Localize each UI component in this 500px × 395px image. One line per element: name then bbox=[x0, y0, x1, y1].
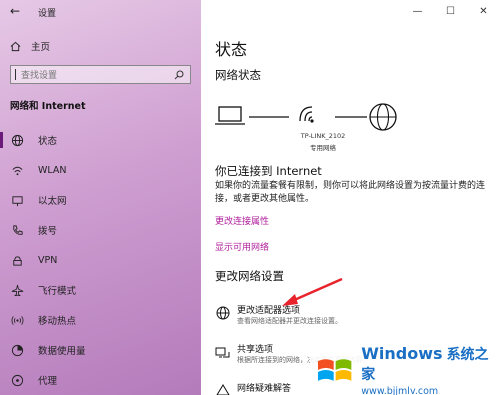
sidebar-item-label: 状态 bbox=[38, 136, 58, 147]
sidebar-item-vpn[interactable]: VPN bbox=[0, 246, 201, 274]
sidebar-item-label: VPN bbox=[38, 254, 58, 266]
internet-globe-icon bbox=[369, 103, 397, 131]
home-label: 主页 bbox=[31, 42, 51, 53]
troubleshoot-icon bbox=[216, 384, 230, 395]
proxy-icon bbox=[10, 373, 24, 387]
option-subtitle: 查看网络适配器并更改连接设置。 bbox=[237, 317, 342, 325]
sidebar-item-label: 数据使用量 bbox=[38, 346, 86, 357]
section-title: 网络和 Internet bbox=[10, 101, 86, 112]
home-nav-item[interactable]: 主页 bbox=[10, 39, 50, 53]
sidebar-item-data-usage[interactable]: 数据使用量 bbox=[0, 336, 201, 364]
window-controls: — ☐ ✕ bbox=[401, 0, 500, 22]
sidebar-item-dialup[interactable]: 拨号 bbox=[0, 216, 201, 244]
sidebar-item-status[interactable]: 状态 bbox=[0, 126, 201, 154]
sidebar-item-mobile-hotspot[interactable]: 移动热点 bbox=[0, 306, 201, 334]
hotspot-icon bbox=[10, 313, 24, 327]
watermark-url: www.bjjmlv.com bbox=[361, 386, 439, 395]
metered-description: 如果你的流量套餐有限制，则你可以将此网络设置为按流量计费的连接，或者更改其他属性… bbox=[215, 181, 486, 204]
option-title: 共享选项 bbox=[237, 345, 274, 355]
show-available-networks-link[interactable]: 显示可用网络 bbox=[215, 240, 269, 253]
network-status-heading: 网络状态 bbox=[215, 68, 261, 82]
minimize-button[interactable]: — bbox=[401, 0, 434, 22]
search-placeholder: 查找设置 bbox=[21, 71, 58, 81]
sidebar-item-ethernet[interactable]: 以太网 bbox=[0, 186, 201, 214]
sidebar-item-label: 拨号 bbox=[38, 226, 58, 237]
option-title: 更改适配器选项 bbox=[237, 306, 301, 316]
sidebar-item-wlan[interactable]: WLAN bbox=[0, 156, 201, 184]
page-title: 状态 bbox=[215, 40, 248, 59]
sidebar-item-label: 飞行模式 bbox=[38, 286, 77, 297]
wifi-signal-icon bbox=[299, 106, 314, 123]
laptop-icon bbox=[215, 106, 245, 125]
wifi-icon bbox=[10, 163, 24, 177]
site-watermark: Windows 系统之家 www.bjjmlv.com bbox=[310, 344, 500, 395]
vpn-icon bbox=[10, 253, 24, 267]
change-connection-properties-link[interactable]: 更改连接属性 bbox=[215, 214, 269, 227]
watermark-brand: Windows bbox=[361, 344, 443, 363]
home-icon bbox=[10, 41, 21, 51]
search-icon[interactable] bbox=[174, 70, 184, 80]
network-type: 专用网络 bbox=[310, 144, 336, 152]
connection-status: 你已连接到 Internet bbox=[215, 164, 322, 178]
change-network-settings-heading: 更改网络设置 bbox=[215, 269, 284, 283]
option-title: 网络疑难解答 bbox=[237, 384, 292, 394]
sidebar-item-label: 以太网 bbox=[38, 196, 67, 207]
change-adapter-options[interactable]: 更改适配器选项 查看网络适配器并更改连接设置。 bbox=[215, 303, 495, 333]
maximize-button[interactable]: ☐ bbox=[434, 0, 467, 22]
watermark-text: Windows 系统之家 www.bjjmlv.com bbox=[361, 344, 500, 395]
sidebar-item-label: WLAN bbox=[38, 164, 67, 176]
windows-logo-icon bbox=[317, 358, 352, 381]
close-button[interactable]: ✕ bbox=[467, 0, 500, 22]
sidebar: ← 设置 主页 查找设置 网络和 Internet 状态 WLAN 以太网 拨号… bbox=[0, 0, 201, 395]
search-input[interactable]: 查找设置 bbox=[10, 65, 191, 84]
airplane-icon bbox=[10, 283, 24, 297]
back-arrow-icon[interactable]: ← bbox=[10, 4, 20, 18]
sidebar-item-airplane-mode[interactable]: 飞行模式 bbox=[0, 276, 201, 304]
phone-icon bbox=[10, 223, 24, 237]
app-title: 设置 bbox=[38, 9, 57, 19]
ethernet-icon bbox=[10, 193, 24, 207]
title-bar: ← 设置 bbox=[0, 0, 201, 22]
sharing-icon bbox=[215, 347, 230, 358]
network-ssid: TP-LINK_2102 bbox=[300, 132, 346, 140]
content-pane: — ☐ ✕ 状态 网络状态 TP-LINK_2102 专用网络 你已连接到 In… bbox=[201, 0, 500, 395]
text-cursor bbox=[15, 69, 16, 80]
data-usage-icon bbox=[10, 343, 24, 357]
adapter-globe-icon bbox=[216, 306, 230, 320]
sidebar-item-label: 代理 bbox=[38, 376, 58, 387]
sidebar-item-proxy[interactable]: 代理 bbox=[0, 366, 201, 394]
globe-icon bbox=[10, 133, 24, 147]
sidebar-item-label: 移动热点 bbox=[38, 316, 77, 327]
